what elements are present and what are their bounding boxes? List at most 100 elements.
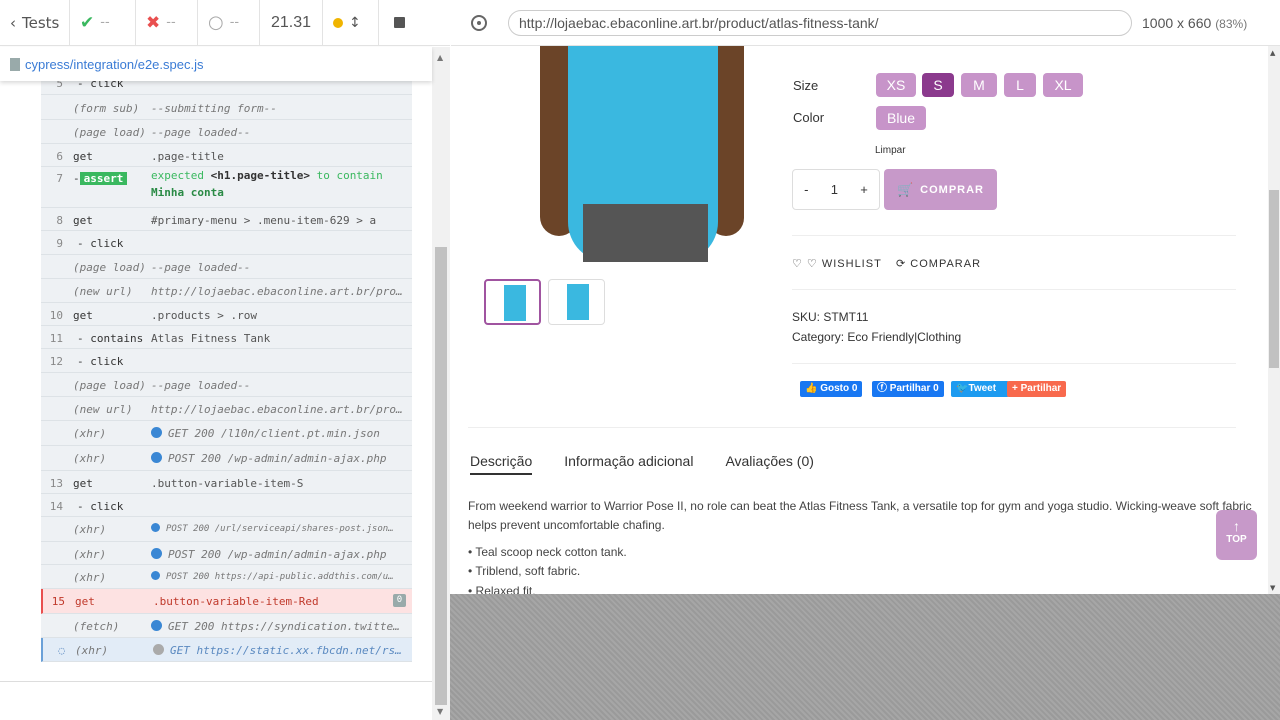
scroll-up-icon[interactable]: ▲ [1270,49,1275,57]
url-field[interactable]: http://lojaebac.ebaconline.art.br/produc… [508,10,1132,36]
command-row[interactable]: 6 get .page-title [41,144,412,167]
command-name: - click [77,500,124,513]
command-message: .products > .row [151,309,257,322]
color-option-blue[interactable]: Blue [876,106,926,130]
clear-link[interactable]: Limpar [875,145,906,156]
status-dot-icon [151,571,160,580]
command-row[interactable]: 9 - click [41,231,412,255]
product-thumbnail[interactable] [484,279,541,325]
stop-button[interactable] [379,0,419,46]
command-row[interactable]: 8 get #primary-menu > .menu-item-629 > a [41,208,412,231]
command-row[interactable]: ◌ (xhr) GET https://static.xx.fbcdn.net/rs… [41,638,412,662]
command-row[interactable]: (xhr) POST 200 https://api-public.addthis… [41,565,412,589]
passed-count[interactable]: ✔ -- [70,0,136,46]
command-row[interactable]: (xhr) POST 200 /wp-admin/admin-ajax.php [41,542,412,565]
x-icon: ✖ [146,12,161,33]
command-number [41,620,73,637]
buy-button[interactable]: 🛒 COMPRAR [884,169,997,210]
size-option-xs[interactable]: XS [876,73,916,97]
fb-share-button[interactable]: ⓕ Partilhar 0 [872,381,944,397]
command-row[interactable]: 7 - assert expected <h1.page-title> to cont… [41,167,412,208]
back-to-top-button[interactable]: ↑ TOP [1216,510,1257,560]
scroll-down-icon[interactable]: ▼ [437,707,443,716]
command-row[interactable]: (xhr) GET 200 /l10n/client.pt.min.json [41,421,412,446]
command-row[interactable]: (xhr) POST 200 /url/serviceapi/shares-pos… [41,517,412,542]
product-image[interactable] [488,46,750,262]
circle-icon: ○ [208,12,224,33]
command-row[interactable]: 13 get .button-variable-item-S [41,471,412,494]
command-name: get [73,214,93,227]
reporter-footer [0,681,432,720]
fb-like-button[interactable]: 👍 Gosto 0 [800,381,863,397]
wishlist-link[interactable]: ♡ ♡ WISHLIST [792,257,882,270]
tab-0[interactable]: Descrição [470,453,533,475]
command-row[interactable]: 12 - click [41,349,412,373]
command-name: - click [77,355,124,368]
command-name: get [75,595,95,608]
command-number [41,102,73,119]
command-name: - contains [77,332,144,345]
category-link[interactable]: Eco Friendly|Clothing [847,330,961,344]
command-row[interactable]: (page load) --page loaded-- [41,120,412,144]
qty-minus-button[interactable]: - [804,182,808,197]
reporter-scrollbar-thumb[interactable] [435,247,447,705]
facebook-icon: ⓕ [877,383,887,394]
bullet-item: • Triblend, soft fabric. [468,564,581,578]
spec-file-bar[interactable]: cypress/integration/e2e.spec.js [0,47,432,81]
command-name: (xhr) [73,571,107,584]
command-row[interactable]: 11 - contains Atlas Fitness Tank [41,326,412,349]
compare-link[interactable]: ⟳ COMPARAR [896,257,981,270]
qty-plus-button[interactable]: + [860,182,868,197]
command-number: 6 [56,150,63,163]
scroll-down-icon[interactable]: ▼ [1270,584,1275,592]
command-row[interactable]: (new url) http://lojaebac.ebaconline.art.… [41,397,412,421]
command-message: POST 200 /wp-admin/admin-ajax.php [151,548,412,564]
size-option-m[interactable]: M [961,73,997,97]
heart-icon: ♡ ♡ [792,258,818,270]
command-row[interactable]: 15 get .button-variable-item-Red 0 [41,589,412,614]
command-row[interactable]: (new url) http://lojaebac.ebaconline.art.… [41,279,412,303]
tab-1[interactable]: Informação adicional [564,453,693,475]
size-option-l[interactable]: L [1004,73,1036,97]
qty-input[interactable]: 1 [831,182,838,197]
command-name: (xhr) [73,523,107,536]
failed-count[interactable]: ✖ -- [136,0,198,46]
tests-button[interactable]: ‹ Tests [0,0,70,46]
tab-2[interactable]: Avaliações (0) [725,453,813,475]
command-row[interactable]: (page load) --page loaded-- [41,255,412,279]
selector-playground-icon[interactable] [471,14,487,31]
viewport-background [450,594,1280,720]
command-row[interactable]: (xhr) POST 200 /wp-admin/admin-ajax.php [41,446,412,471]
command-message: POST 200 /url/serviceapi/shares-post.jso… [151,523,412,541]
status-dot-icon [153,644,164,655]
command-row[interactable]: (fetch) GET 200 https://syndication.twitt… [41,614,412,638]
chevron-left-icon: ‹ [10,13,16,32]
tests-label: Tests [22,13,60,32]
addthis-share-button[interactable]: + Partilhar [1007,381,1067,397]
divider [468,427,1236,428]
command-row[interactable]: (page load) --page loaded-- [41,373,412,397]
command-row[interactable]: 14 - click [41,494,412,517]
auto-scroll-toggle[interactable]: ↕ [323,0,379,46]
thumbs-up-icon: 👍 [805,383,818,394]
command-row[interactable]: 10 get .products > .row [41,303,412,326]
aut-scrollbar-thumb[interactable] [1269,190,1279,368]
size-option-s[interactable]: S [922,73,954,97]
duration: 21.31 [260,0,323,46]
product-thumbnail[interactable] [548,279,605,325]
tweet-button[interactable]: 🐦Tweet [951,381,1009,397]
command-message [151,237,412,254]
command-name: (page load) [73,379,146,392]
command-message [151,500,412,516]
command-number [41,427,73,445]
size-option-xl[interactable]: XL [1043,73,1083,97]
scroll-up-icon[interactable]: ▲ [437,53,443,62]
command-number [41,452,73,470]
pending-count[interactable]: ○ -- [198,0,260,46]
command-name: (xhr) [73,427,107,440]
spec-file-link[interactable]: cypress/integration/e2e.spec.js [25,57,203,72]
command-row[interactable]: (form sub) --submitting form-- [41,96,412,120]
product-description: From weekend warrior to Warrior Pose II,… [468,499,1252,532]
spinner-icon: ◌ [58,644,65,657]
color-label: Color [793,110,825,125]
